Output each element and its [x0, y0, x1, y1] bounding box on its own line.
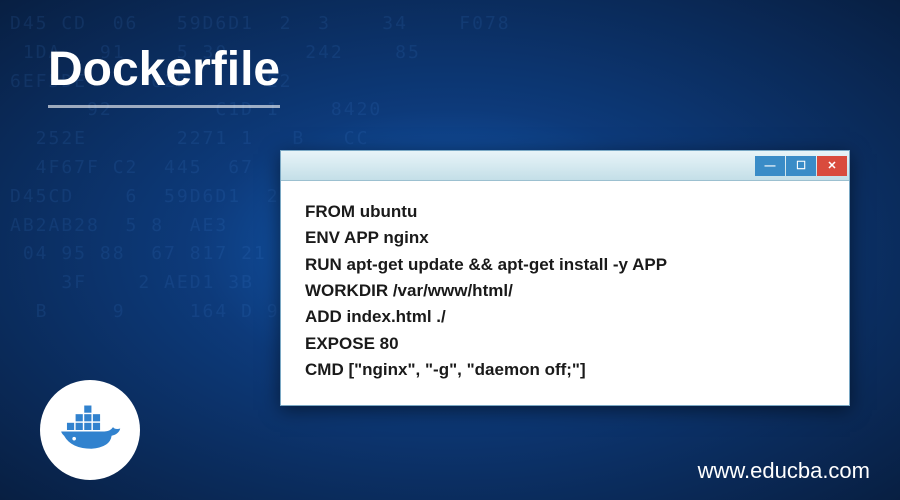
code-line: CMD ["nginx", "-g", "daemon off;"]	[305, 357, 825, 383]
maximize-button[interactable]: ☐	[786, 156, 816, 176]
code-line: EXPOSE 80	[305, 331, 825, 357]
code-body: FROM ubuntu ENV APP nginx RUN apt-get up…	[281, 181, 849, 405]
code-line: ENV APP nginx	[305, 225, 825, 251]
code-line: FROM ubuntu	[305, 199, 825, 225]
close-button[interactable]: ✕	[817, 156, 847, 176]
docker-icon	[54, 394, 126, 466]
code-line: ADD index.html ./	[305, 304, 825, 330]
website-url: www.educba.com	[698, 458, 870, 484]
window-titlebar: — ☐ ✕	[281, 151, 849, 181]
page-title: Dockerfile	[48, 42, 280, 108]
code-window: — ☐ ✕ FROM ubuntu ENV APP nginx RUN apt-…	[280, 150, 850, 406]
minimize-button[interactable]: —	[755, 156, 785, 176]
docker-logo	[40, 380, 140, 480]
code-line: WORKDIR /var/www/html/	[305, 278, 825, 304]
code-line: RUN apt-get update && apt-get install -y…	[305, 252, 825, 278]
